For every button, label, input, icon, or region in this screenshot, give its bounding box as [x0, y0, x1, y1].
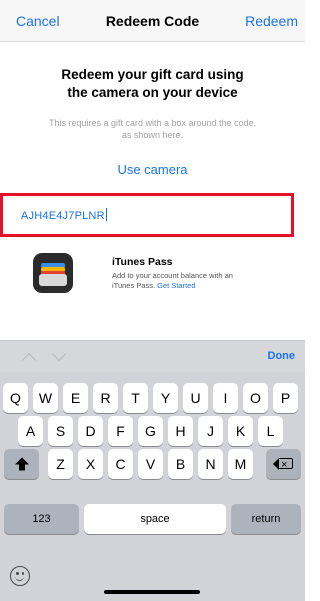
code-value-text: AJH4E4J7PLNR [21, 210, 105, 222]
return-key[interactable]: return [231, 504, 301, 534]
done-button[interactable]: Done [268, 350, 296, 362]
key-y[interactable]: Y [153, 383, 178, 413]
chevron-down-icon[interactable] [51, 346, 67, 362]
key-l[interactable]: L [258, 416, 283, 446]
key-j[interactable]: J [198, 416, 223, 446]
heading-line-2: the camera on your device [67, 85, 238, 100]
key-r[interactable]: R [93, 383, 118, 413]
shift-key[interactable] [4, 449, 39, 479]
code-input-value[interactable]: AJH4E4J7PLNR [21, 208, 107, 222]
camera-hint-line-1: This requires a gift card with a box aro… [48, 118, 257, 128]
key-o[interactable]: O [243, 383, 268, 413]
camera-hint: This requires a gift card with a box aro… [20, 117, 285, 141]
key-d[interactable]: D [78, 416, 103, 446]
keyboard: QWERTYUIOP ASDFGHJKL ZXCVBNM 123 space r… [0, 372, 305, 601]
key-p[interactable]: P [273, 383, 298, 413]
get-started-link[interactable]: Get Started [157, 281, 195, 290]
redeem-heading: Redeem your gift card using the camera o… [20, 66, 285, 102]
numbers-key[interactable]: 123 [4, 504, 79, 534]
key-q[interactable]: Q [3, 383, 28, 413]
camera-hint-line-2: as shown here. [121, 130, 184, 140]
pass-desc-line-2: iTunes Pass. Get Started [112, 281, 292, 291]
code-input-field[interactable]: AJH4E4J7PLNR [0, 193, 294, 237]
pass-desc-text: iTunes Pass. [112, 281, 156, 290]
key-f[interactable]: F [108, 416, 133, 446]
itunes-pass-description: Add to your account balance with an iTun… [112, 271, 292, 291]
key-k[interactable]: K [228, 416, 253, 446]
key-h[interactable]: H [168, 416, 193, 446]
redeem-button[interactable]: Redeem [245, 13, 298, 29]
emoji-icon[interactable] [10, 566, 30, 586]
key-z[interactable]: Z [48, 449, 73, 479]
key-w[interactable]: W [33, 383, 58, 413]
wallet-icon [33, 253, 73, 293]
key-b[interactable]: B [168, 449, 193, 479]
nav-bar: Cancel Redeem Code Redeem [0, 0, 305, 42]
text-caret [105, 208, 107, 221]
key-m[interactable]: M [228, 449, 253, 479]
key-s[interactable]: S [48, 416, 73, 446]
shift-icon [14, 457, 29, 471]
key-u[interactable]: U [183, 383, 208, 413]
itunes-pass-title: iTunes Pass [112, 256, 173, 268]
key-n[interactable]: N [198, 449, 223, 479]
use-camera-button[interactable]: Use camera [0, 162, 305, 177]
heading-line-1: Redeem your gift card using [61, 67, 244, 82]
pass-desc-line-1: Add to your account balance with an [112, 271, 233, 280]
key-x[interactable]: X [78, 449, 103, 479]
key-e[interactable]: E [63, 383, 88, 413]
key-c[interactable]: C [108, 449, 133, 479]
space-key[interactable]: space [84, 504, 226, 534]
chevron-up-icon[interactable] [21, 352, 37, 368]
key-i[interactable]: I [213, 383, 238, 413]
keyboard-toolbar: Done [0, 340, 305, 372]
emoji-mouth [15, 575, 24, 581]
key-v[interactable]: V [138, 449, 163, 479]
key-a[interactable]: A [18, 416, 43, 446]
key-t[interactable]: T [123, 383, 148, 413]
key-g[interactable]: G [138, 416, 163, 446]
backspace-key[interactable] [266, 449, 301, 480]
backspace-icon [273, 450, 293, 480]
home-indicator [104, 590, 200, 594]
wallet-pocket [39, 274, 67, 286]
